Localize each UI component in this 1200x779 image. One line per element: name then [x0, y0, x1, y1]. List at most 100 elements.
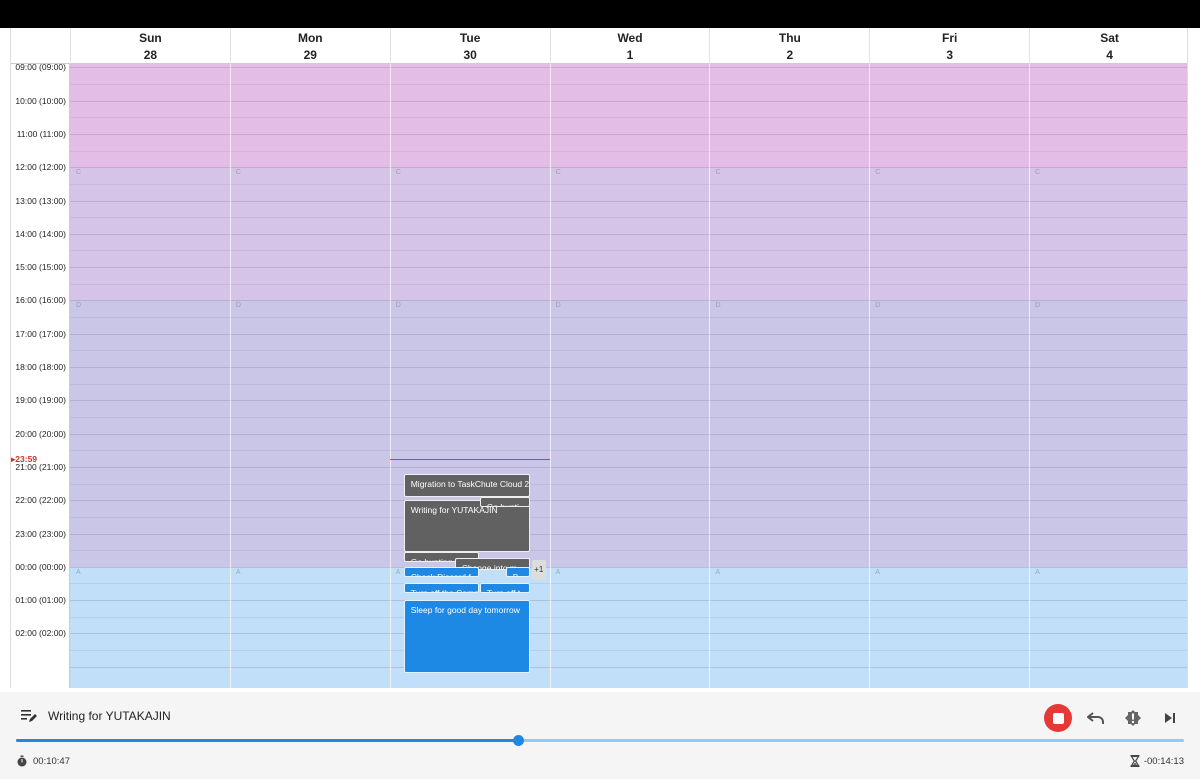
column-divider [229, 64, 231, 688]
section-mark: A [715, 568, 721, 576]
grid-line [70, 633, 1187, 635]
time-label: 14:00 (14:00) [15, 228, 66, 239]
day-number: 28 [143, 48, 158, 62]
grid-line [70, 250, 1187, 252]
day-number: 3 [946, 48, 954, 62]
time-gutter: 08:00 (08:00)09:00 (09:00)10:00 (10:00)1… [11, 64, 70, 688]
grid-line [70, 100, 1187, 102]
grid-line [70, 317, 1187, 319]
column-divider [709, 64, 711, 688]
calendar-event[interactable]: Turn off t [479, 583, 530, 594]
day-name: Tue [459, 31, 481, 45]
grid-line [70, 150, 1187, 152]
remaining-time-text: -00:14:13 [1143, 755, 1184, 767]
task-list-edit-icon[interactable] [20, 708, 38, 724]
more-events-button[interactable]: +1 [531, 560, 546, 581]
grid-line [70, 450, 1187, 452]
day-header-tue[interactable]: Tue 30 [389, 28, 550, 64]
section-mark: A [875, 568, 880, 576]
time-label: 10:00 (10:00) [15, 95, 66, 106]
grid-line [70, 416, 1187, 418]
calendar-event[interactable]: Sleep for good day tomorrow [403, 600, 530, 674]
day-header-thu[interactable]: Thu 2 [709, 28, 869, 64]
grid-line [70, 616, 1187, 618]
stop-button[interactable] [1044, 704, 1072, 732]
undo-icon [1087, 712, 1104, 724]
day-header-row: Sun 28 Mon 29 Tue 30 Wed 1 Thu 2 Fri 3 Sat 4 [11, 28, 1187, 64]
day-header-mon[interactable]: Mon 29 [229, 28, 390, 64]
calendar-event[interactable]: B [505, 566, 530, 577]
day-header-sat[interactable]: Sat 4 [1029, 28, 1187, 64]
grid-line [70, 167, 1187, 169]
grid-line [70, 300, 1187, 302]
time-label: 22:00 (22:00) [15, 495, 66, 506]
section-mark: A [1035, 568, 1040, 576]
grid-line [70, 183, 1187, 185]
section-mark: A [76, 568, 81, 576]
time-label: 17:00 (17:00) [15, 328, 66, 339]
grid-line [70, 350, 1187, 352]
calendar-event[interactable]: Turn off the Compu [403, 583, 479, 594]
day-header-sun[interactable]: Sun 28 [70, 28, 230, 64]
section-mark: C [1035, 169, 1041, 177]
day-name: Sat [1100, 31, 1119, 45]
grid-line [70, 67, 1187, 69]
time-label: 23:00 (23:00) [15, 528, 66, 539]
grid-line [70, 217, 1187, 219]
grid-line [70, 200, 1187, 202]
calendar-week-view: Sun 28 Mon29Tue30Wed1 Thu 2 Fri 3 Sat4 08:00 (0… [10, 28, 1188, 688]
undo-button[interactable] [1082, 704, 1110, 732]
calendar-event[interactable]: Go hunti [479, 496, 530, 507]
time-label: 13:00 (13:00) [15, 195, 66, 206]
progress-handle[interactable] [513, 735, 525, 746]
grid-line [70, 433, 1187, 435]
calendar-event[interactable]: Check Discord f [403, 566, 479, 577]
day-number: 1 [626, 48, 634, 62]
grid-line [70, 400, 1187, 402]
time-label: 00:00 (00:00) [15, 561, 66, 572]
calendar-event[interactable]: Migration to TaskChute Cloud 2 [403, 473, 530, 497]
section-mark: C [235, 169, 241, 177]
time-label: 15:00 (15:00) [15, 262, 66, 273]
stop-icon [1052, 712, 1064, 724]
elapsed-time: 00:10:47 [16, 755, 70, 767]
remaining-time: -00:14:13 [1130, 755, 1184, 767]
progress-track[interactable] [16, 735, 1184, 746]
day-number: 2 [786, 48, 794, 62]
section-mark: A [235, 568, 241, 576]
grid-line [70, 483, 1187, 485]
day-header-wed[interactable]: Wed 1 [549, 28, 710, 64]
section-mark: D [875, 302, 881, 310]
section-mark: D [555, 302, 561, 310]
alert-button[interactable] [1119, 704, 1147, 732]
grid-line [70, 383, 1187, 385]
time-label: 01:00 (01:00) [15, 595, 66, 606]
time-label: 20:00 (20:00) [15, 428, 66, 439]
time-label: 18:00 (18:00) [15, 362, 66, 372]
column-divider [869, 64, 871, 688]
day-name: Fri [942, 31, 958, 45]
skip-next-icon [1165, 713, 1175, 723]
day-name: Sun [139, 31, 162, 45]
section-mark: C [395, 169, 401, 177]
grid-line [70, 117, 1187, 119]
column-divider [389, 64, 391, 688]
day-header-fri[interactable]: Fri 3 [869, 28, 1029, 64]
section-mark: C [875, 169, 881, 177]
column-divider [549, 64, 551, 688]
grid-line [70, 566, 1187, 568]
skip-next-button[interactable] [1156, 704, 1184, 732]
grid-line [70, 133, 1187, 135]
grid-line [70, 267, 1187, 269]
time-grid[interactable]: 08:00 (08:00)09:00 (09:00)10:00 (10:00)1… [11, 64, 1187, 688]
alert-badge-icon [1125, 710, 1141, 726]
day-name: Thu [778, 31, 801, 45]
current-time-line [389, 458, 550, 460]
grid-line [70, 650, 1187, 652]
elapsed-time-text: 00:10:47 [33, 755, 70, 767]
section-mark: C [555, 169, 561, 177]
grid-line [70, 583, 1187, 585]
calendar-event[interactable]: Writing for YUTAKAJIN [403, 500, 530, 552]
grid-line [70, 83, 1187, 85]
grid-line [70, 466, 1187, 468]
